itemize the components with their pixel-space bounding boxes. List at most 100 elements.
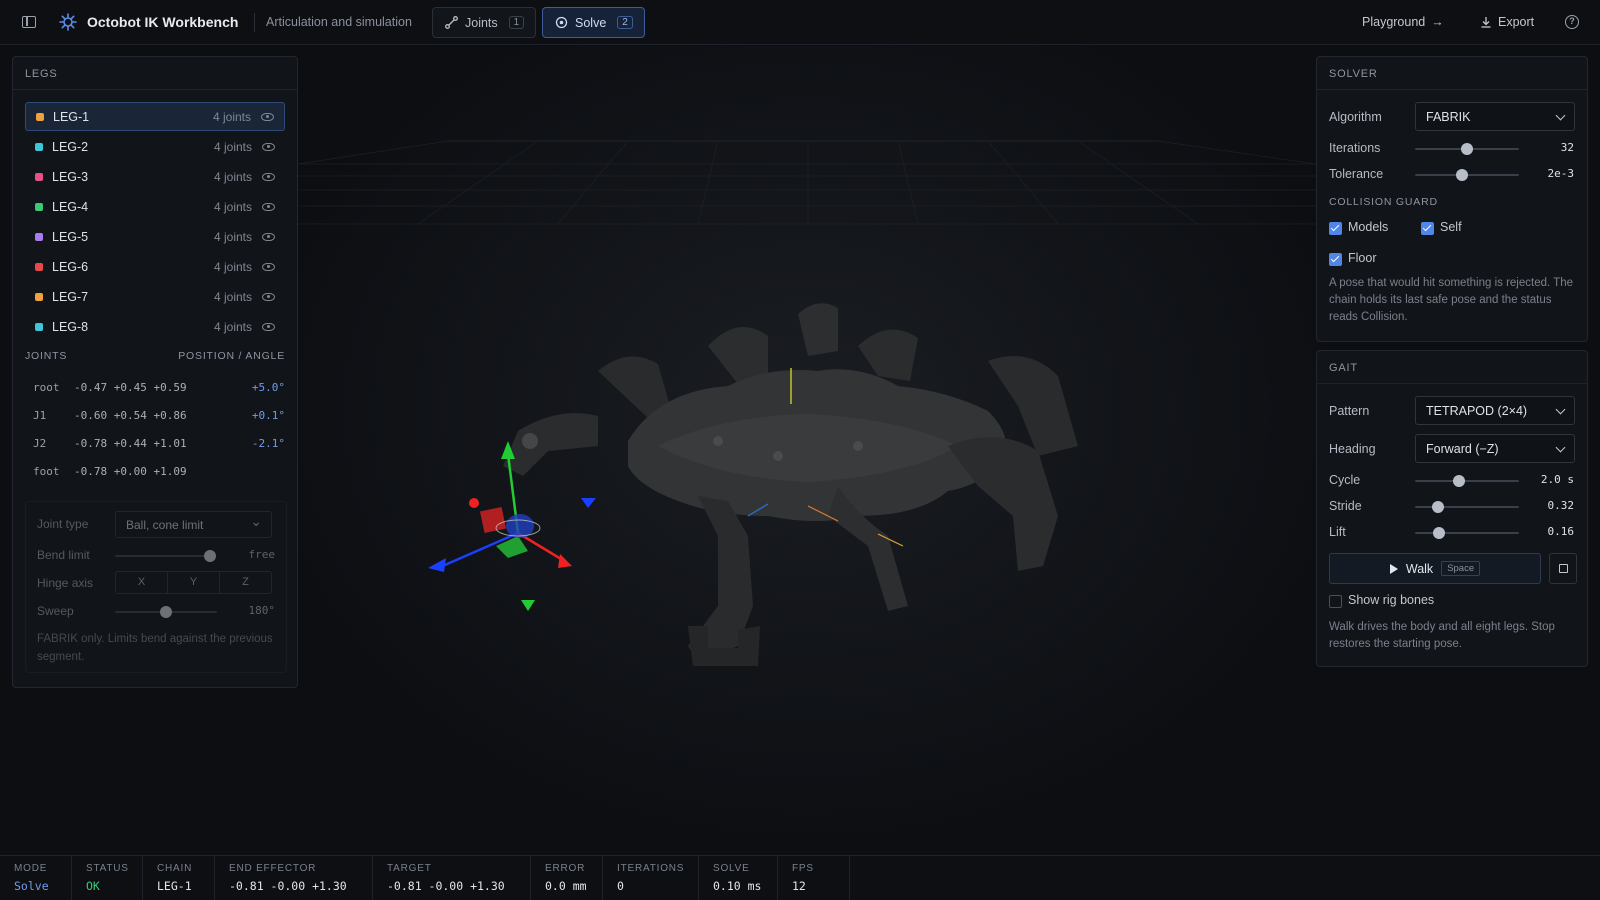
leg-color-swatch — [35, 172, 43, 181]
hinge-axis-z[interactable]: Z — [220, 572, 271, 593]
joint-angle: +5.0° — [251, 381, 285, 394]
status-target: TARGET -0.81 -0.00 +1.30 — [373, 856, 531, 900]
joint-row[interactable]: root -0.47 +0.45 +0.59 +5.0° — [33, 381, 285, 401]
cycle-slider[interactable] — [1415, 475, 1519, 487]
leg-row-leg-2[interactable]: LEG-2 4 joints — [25, 132, 285, 161]
app-logo-icon — [59, 13, 77, 31]
eye-icon[interactable] — [262, 232, 275, 241]
rig-bones-label: Show rig bones — [1348, 593, 1435, 607]
3d-viewport[interactable] — [297, 46, 1317, 854]
viewport-canvas — [297, 46, 1317, 854]
lift-thumb[interactable] — [1432, 527, 1445, 539]
joint-angle: +0.1° — [251, 409, 285, 422]
lift-value: 0.16 — [1547, 525, 1575, 538]
bend-limit-slider[interactable] — [115, 550, 216, 562]
hinge-axis-y[interactable]: Y — [168, 572, 220, 593]
iterations-thumb[interactable] — [1461, 143, 1473, 155]
cycle-thumb[interactable] — [1452, 475, 1465, 487]
walk-button[interactable]: Walk Space — [1329, 553, 1541, 584]
leg-row-leg-6[interactable]: LEG-6 4 joints — [25, 252, 285, 281]
iterations-slider[interactable] — [1415, 143, 1519, 155]
eye-icon[interactable] — [262, 172, 275, 181]
floor-checkbox[interactable] — [1329, 253, 1342, 266]
position-angle-label: POSITION / ANGLE — [178, 350, 285, 362]
joint-row[interactable]: J1 -0.60 +0.54 +0.86 +0.1° — [33, 409, 285, 429]
status-value: Solve — [14, 879, 49, 893]
tolerance-label: Tolerance — [1329, 167, 1384, 181]
stride-value: 0.32 — [1547, 499, 1575, 512]
lift-slider[interactable] — [1415, 527, 1519, 539]
play-icon — [1389, 563, 1398, 574]
status-value: 0.10 ms — [713, 879, 762, 893]
gait-panel-title: GAIT — [1317, 351, 1587, 384]
status-fps: FPS 12 — [778, 856, 850, 900]
status-key: ITERATIONS — [617, 863, 685, 874]
joint-name: J2 — [33, 437, 47, 450]
tab-joints-badge: 1 — [508, 16, 525, 29]
solver-panel-title: SOLVER — [1317, 57, 1587, 90]
joint-type-select[interactable]: Ball, cone limit — [115, 511, 272, 538]
stride-slider[interactable] — [1415, 501, 1519, 513]
leg-row-leg-3[interactable]: LEG-3 4 joints — [25, 162, 285, 191]
rig-bones-checkbox[interactable] — [1329, 595, 1342, 608]
leg-row-leg-1[interactable]: LEG-1 4 joints — [25, 102, 285, 131]
leg-name: LEG-5 — [52, 229, 89, 244]
sidebar-toggle-icon[interactable] — [22, 16, 36, 28]
playground-link[interactable]: Playground → — [1362, 15, 1444, 29]
gait-panel: GAIT Pattern TETRAPOD (2×4) Heading Forw… — [1316, 350, 1588, 667]
arrow-right-icon: → — [1431, 15, 1444, 29]
joint-row[interactable]: foot -0.78 +0.00 +1.09 — [33, 465, 285, 485]
tolerance-slider[interactable] — [1415, 169, 1519, 181]
app-subtitle: Articulation and simulation — [266, 15, 412, 29]
hinge-axis-x[interactable]: X — [116, 572, 168, 593]
leg-name: LEG-6 — [52, 259, 89, 274]
tolerance-thumb[interactable] — [1455, 169, 1468, 181]
joints-section-label: JOINTS — [25, 350, 68, 362]
hinge-axis-toggle[interactable]: X Y Z — [115, 571, 272, 594]
eye-icon[interactable] — [262, 262, 275, 271]
eye-icon[interactable] — [262, 202, 275, 211]
status-key: END EFFECTOR — [229, 863, 317, 874]
stop-button[interactable] — [1549, 553, 1577, 584]
status-key: ERROR — [545, 863, 586, 874]
self-checkbox[interactable] — [1421, 222, 1434, 235]
iterations-label: Iterations — [1329, 141, 1381, 155]
status-status: STATUS OK — [72, 856, 143, 900]
sweep-value: 180° — [248, 604, 276, 617]
walk-label: Walk — [1405, 561, 1434, 576]
export-button[interactable]: Export — [1480, 15, 1534, 29]
joint-note: FABRIK only. Limits bend against the pre… — [37, 633, 273, 663]
pattern-select[interactable]: TETRAPOD (2×4) — [1415, 396, 1575, 425]
leg-row-leg-5[interactable]: LEG-5 4 joints — [25, 222, 285, 251]
pattern-label: Pattern — [1329, 404, 1370, 418]
leg-joint-count: 4 joints — [212, 109, 251, 124]
bend-limit-thumb[interactable] — [204, 550, 216, 562]
joint-row[interactable]: J2 -0.78 +0.44 +1.01 -2.1° — [33, 437, 285, 457]
leg-name: LEG-3 — [52, 169, 89, 184]
eye-icon[interactable] — [262, 322, 275, 331]
help-icon[interactable]: ? — [1565, 15, 1579, 29]
heading-select[interactable]: Forward (−Z) — [1415, 434, 1575, 463]
leg-joint-count: 4 joints — [213, 259, 252, 274]
leg-row-leg-4[interactable]: LEG-4 4 joints — [25, 192, 285, 221]
models-checkbox[interactable] — [1329, 222, 1342, 235]
tab-joints[interactable]: Joints 1 — [432, 7, 536, 38]
leg-color-swatch — [35, 262, 43, 271]
leg-color-swatch — [35, 142, 43, 151]
eye-icon[interactable] — [262, 292, 275, 301]
status-value: OK — [86, 879, 100, 893]
leg-name: LEG-8 — [52, 319, 89, 334]
leg-name: LEG-4 — [52, 199, 89, 214]
leg-row-leg-7[interactable]: LEG-7 4 joints — [25, 282, 285, 311]
sweep-label: Sweep — [37, 604, 74, 618]
stride-label: Stride — [1329, 499, 1362, 513]
sweep-thumb[interactable] — [160, 606, 172, 618]
eye-icon[interactable] — [262, 142, 275, 151]
sweep-slider[interactable] — [115, 606, 217, 618]
leg-row-leg-8[interactable]: LEG-8 4 joints — [25, 312, 285, 341]
joint-position: -0.60 +0.54 +0.86 — [74, 409, 187, 422]
tab-solve[interactable]: Solve 2 — [542, 7, 645, 38]
stride-thumb[interactable] — [1431, 501, 1444, 513]
algorithm-select[interactable]: FABRIK — [1415, 102, 1575, 131]
eye-icon[interactable] — [261, 112, 274, 121]
